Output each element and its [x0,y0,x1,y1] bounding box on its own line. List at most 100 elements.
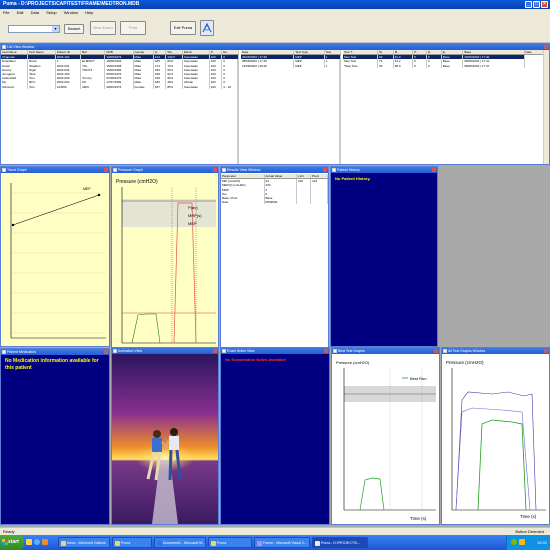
close-icon[interactable] [323,168,327,172]
explorer-icon[interactable] [26,539,32,545]
table-cell: Tom [27,84,56,89]
ie-icon[interactable] [34,539,40,545]
start-button[interactable]: start [0,535,24,550]
close-icon[interactable]: × [541,1,548,8]
outlook-icon[interactable] [42,539,48,545]
table-cell: 58.0 [393,63,414,68]
table-cell: MEP [293,63,325,68]
word-icon [157,541,162,546]
pressure-shaded-band [122,199,216,227]
close-icon[interactable] [544,349,548,353]
close-icon[interactable] [544,45,548,49]
table-cell: 85.0 [165,84,183,89]
table-cell: *Mep Test [343,63,379,68]
pressure-y-label: Pressure (cmH2O) [116,179,158,185]
patient-medication-window: Patient Medication No Medication informa… [0,348,110,525]
exam-grid[interactable]: Date Test Type Test 26/06/2002 | 17:40 MEP 1… [241,50,342,164]
best-test-curve [359,477,385,511]
menu-edit[interactable]: Edit [17,10,24,15]
animation-illustration [112,354,218,524]
close-icon[interactable] [324,349,328,353]
menu-data[interactable]: Data [31,10,39,15]
pressure-green-curve [131,313,161,344]
table-row[interactable]: Schwenn Tom 123456 ABCI 09/06/1976 Female 187 8… [1,84,239,89]
maximize-icon[interactable]: □ [533,1,540,8]
search-combo[interactable]: ▾ [8,25,60,33]
windows-logo-icon [2,539,8,545]
window-icon [333,349,337,353]
task-puma-2[interactable]: Puma [208,537,252,548]
new-exam-button[interactable]: New Exam [90,21,116,35]
help-icon[interactable] [200,20,214,36]
close-icon[interactable] [213,349,217,353]
outlook-icon [61,541,66,546]
search-button[interactable]: Search [64,24,84,34]
trend-point [97,193,101,197]
task-visual-c[interactable]: Frame - Microsoft Visual C... [254,537,310,548]
table-row[interactable]: Date 08/08/20.. [221,200,328,205]
table-cell: 6 [412,63,427,68]
toolbar: ▾ Search New Exam Print Exit Puma [0,16,550,43]
patient-history-window: Patient History No Patient History. [330,166,438,347]
close-icon[interactable] [104,168,108,172]
table-row[interactable]: 12/08/2002 | 09:20 MEP 1 [241,63,342,68]
chevron-down-icon[interactable]: ▾ [52,26,59,32]
window-icon [332,168,336,172]
print-button[interactable]: Print [120,21,146,35]
patient-grid[interactable]: Last Name First Name Patient ID Bar. DOB Gend… [1,50,239,164]
best-test-x-label: Time (s) [410,516,427,521]
task-word[interactable]: Document1 - Microsoft W... [154,537,206,548]
taskbar: start Inbox - Microsoft Outlook Puma Doc… [0,535,550,550]
table-cell: Caucasian [182,84,210,89]
tray-network-icon[interactable] [511,539,517,545]
table-row[interactable]: *Mep Test 63 58.0 6 0 Base 08/08/2002 | 17:47 [343,63,545,68]
all-test-x-label: Time (s) [520,514,537,519]
table-cell: 3 - 10 [221,84,239,89]
animation-view-window: Animation View [111,347,219,525]
close-icon[interactable] [432,168,436,172]
test-grid[interactable]: Test T.. M.. M.. P.. D.. E.. Base Date Mep Test… [343,50,546,164]
trend-point [11,223,15,227]
results-titlebar[interactable]: Results View Window [221,167,328,173]
minimize-icon[interactable]: _ [525,1,532,8]
task-puma-active[interactable]: Puma - D:\PROJECTS\... [312,537,368,548]
test-table[interactable]: Test T.. M.. M.. P.. D.. E.. Base Date Mep Test… [343,50,546,68]
exit-puma-button[interactable]: Exit Puma [170,21,196,35]
pressure-graph-plot: Pressure (cmH2O) P(av) MRP(s) MEP Time (… [112,173,218,374]
exam-table[interactable]: Date Test Type Test 26/06/2002 | 17:40 MEP 1… [241,50,342,68]
table-cell: Base [441,63,464,68]
menu-bar: File Edit Data Setup Window Help [0,9,550,16]
best-test-plot: Pressure (cmH2O) Best Run Time (s) [332,354,439,524]
task-outlook[interactable]: Inbox - Microsoft Outlook [58,537,110,548]
status-bar: Ready Button Detected [0,527,550,535]
menu-file[interactable]: File [3,10,9,15]
window-icon [2,350,6,354]
column-header: Date [524,50,546,56]
animation-scene [112,354,218,524]
best-test-graph-window: Best Test Graphs Pressure (cmH2O) Best R… [331,347,440,525]
menu-window[interactable]: Window [64,10,78,15]
table-cell: 123456 [55,84,82,89]
puma-app-icon [315,541,320,546]
task-puma-1[interactable]: Puma [112,537,152,548]
best-test-y-label: Pressure (cmH2O) [336,360,370,365]
close-icon[interactable] [434,349,438,353]
menu-help[interactable]: Help [85,10,93,15]
table-cell: 0 [426,63,442,68]
trend-legend: MEP [83,187,91,191]
exam-notes-window: Exam Notes View No Examination Notes Ava… [220,347,330,525]
legend-pav: P(av) [188,205,198,210]
exam-notes-text: No Examination Notes Available [221,354,329,524]
window-icon [113,349,117,353]
close-icon[interactable] [213,168,217,172]
status-text: Ready [3,529,15,534]
table-cell: 63 [377,63,394,68]
menu-setup[interactable]: Setup [46,10,56,15]
tray-speaker-icon[interactable] [519,539,525,545]
patient-table[interactable]: Last Name First Name Patient ID Bar. DOB Gend… [1,50,239,89]
close-icon[interactable] [104,350,108,354]
system-tray: 15:32 [506,535,550,550]
pressure-graph-window: Pressure Graph Pressure (cmH2O) P(av) MR… [111,166,219,375]
results-table[interactable]: Parameter Actual Value LLN Pred. MIP (cmH2O… [221,174,328,205]
vertical-scrollbar[interactable] [543,50,549,164]
